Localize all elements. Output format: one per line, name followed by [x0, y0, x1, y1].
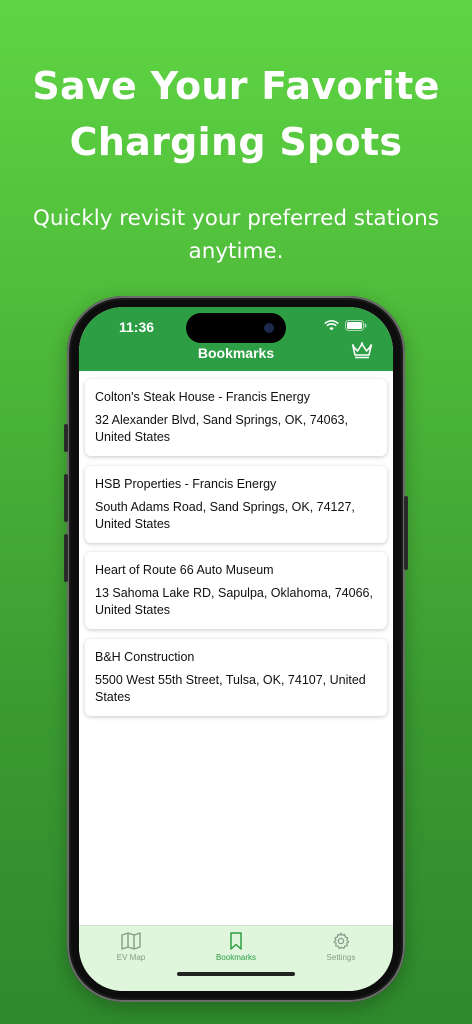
- station-name: B&H Construction: [95, 650, 195, 664]
- battery-icon: [345, 320, 367, 331]
- phone-volume-up: [64, 474, 68, 522]
- promo-subline: Quickly revisit your preferred stations …: [32, 206, 439, 264]
- map-icon: [121, 932, 141, 950]
- page-title: Bookmarks: [197, 345, 275, 361]
- camera-icon: [264, 323, 274, 333]
- tab-settings[interactable]: Settings: [301, 932, 381, 962]
- phone-mockup: 11:36 Bookmarks Colton's Steak House - F…: [64, 296, 408, 1002]
- phone-power-button: [404, 496, 408, 570]
- gear-icon: [333, 932, 350, 950]
- station-address: South Adams Road, Sand Springs, OK, 7412…: [95, 500, 355, 531]
- station-address: 5500 West 55th Street, Tulsa, OK, 74107,…: [95, 673, 366, 704]
- tab-label: EV Map: [116, 953, 146, 962]
- phone-side-button: [64, 424, 68, 452]
- tab-ev-map[interactable]: EV Map: [91, 932, 171, 962]
- dynamic-island: [186, 313, 286, 343]
- bookmark-card[interactable]: HSB Properties - Francis Energy South Ad…: [85, 466, 387, 543]
- tab-label: Settings: [326, 953, 356, 962]
- phone-volume-down: [64, 534, 68, 582]
- crown-icon[interactable]: [351, 341, 373, 359]
- app-screen: 11:36 Bookmarks Colton's Steak House - F…: [79, 307, 393, 991]
- station-name: Colton's Steak House - Francis Energy: [95, 390, 310, 404]
- tab-label: Bookmarks: [215, 953, 256, 962]
- bookmark-card[interactable]: Heart of Route 66 Auto Museum 13 Sahoma …: [85, 552, 387, 629]
- station-name: HSB Properties - Francis Energy: [95, 477, 277, 491]
- promo-headline: Save Your Favorite Charging Spots: [32, 64, 440, 164]
- bookmark-icon: [230, 932, 242, 950]
- tab-bar: EV Map Bookmarks Settings: [79, 925, 393, 991]
- station-name: Heart of Route 66 Auto Museum: [95, 563, 274, 577]
- bookmark-card[interactable]: Colton's Steak House - Francis Energy 32…: [85, 379, 387, 456]
- status-icons: [324, 320, 367, 331]
- bookmark-card[interactable]: B&H Construction 5500 West 55th Street, …: [85, 639, 387, 716]
- home-indicator[interactable]: [177, 972, 295, 976]
- station-address: 13 Sahoma Lake RD, Sapulpa, Oklahoma, 74…: [95, 586, 373, 617]
- navigation-bar: 11:36 Bookmarks: [79, 307, 393, 371]
- status-time: 11:36: [119, 319, 155, 335]
- station-address: 32 Alexander Blvd, Sand Springs, OK, 740…: [95, 413, 348, 444]
- tab-bookmarks[interactable]: Bookmarks: [196, 932, 276, 962]
- wifi-icon: [324, 320, 339, 331]
